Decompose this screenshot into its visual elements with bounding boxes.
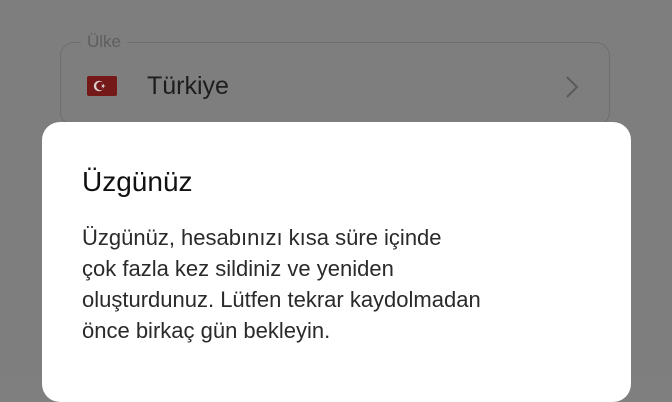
country-selector[interactable]: Ülke Türkiye [60, 31, 610, 126]
dialog-title: Üzgünüz [82, 166, 193, 197]
chevron-right-icon [563, 73, 581, 101]
error-dialog: Üzgünüz Üzgünüz, hesabınızı kısa süre iç… [42, 122, 631, 402]
dialog-message-line: Üzgünüz, hesabınızı kısa süre içinde [82, 225, 442, 250]
country-field-label: Ülke [81, 31, 128, 53]
dialog-message-line: önce birkaç gün bekleyin. [82, 318, 331, 343]
turkey-flag-icon [87, 76, 117, 96]
dialog-message: Üzgünüz, hesabınızı kısa süre içinde çok… [82, 222, 602, 346]
dialog-message-line: çok fazla kez sildiniz ve yeniden [82, 256, 394, 281]
dialog-message-line: oluşturdunuz. Lütfen tekrar kaydolmadan [82, 287, 481, 312]
country-value: Türkiye [147, 72, 229, 100]
